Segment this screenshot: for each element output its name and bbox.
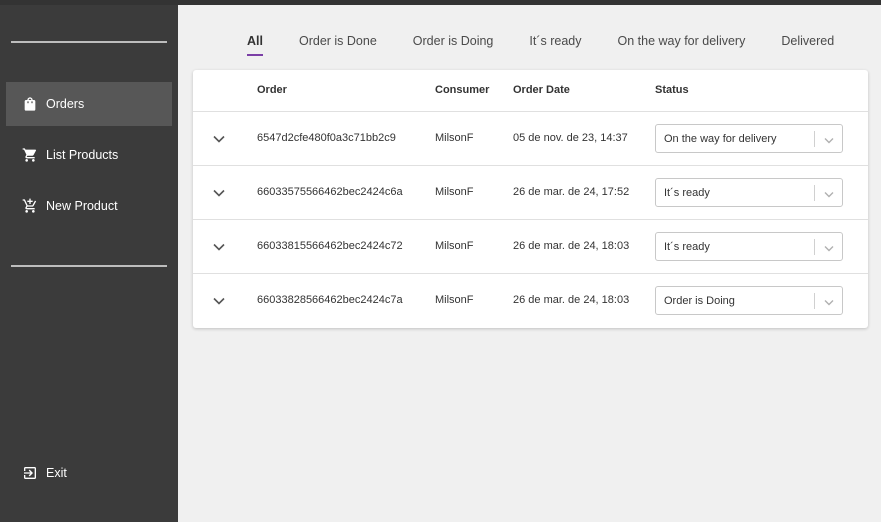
status-select[interactable]: It´s ready [655, 232, 843, 261]
consumer-name: MilsonF [435, 294, 474, 306]
consumer-name: MilsonF [435, 240, 474, 252]
status-select[interactable]: It´s ready [655, 178, 843, 207]
orders-table: Order Consumer Order Date Status 6547d2c… [193, 70, 868, 328]
table-row: 66033575566462bec2424c6a MilsonF 26 de m… [193, 166, 868, 220]
expand-row-button[interactable] [209, 183, 229, 203]
column-header-status: Status [655, 84, 689, 96]
status-select-value: Order is Doing [664, 294, 735, 307]
exit-button[interactable]: Exit [6, 451, 172, 495]
order-date: 26 de mar. de 24, 17:52 [513, 186, 630, 198]
expand-row-button[interactable] [209, 291, 229, 311]
exit-label: Exit [46, 466, 67, 480]
sidebar-item-label: List Products [46, 148, 119, 162]
chevron-down-icon [213, 189, 225, 197]
sidebar-item-label: Orders [46, 97, 85, 111]
add-cart-icon [22, 198, 38, 214]
order-id: 66033815566462bec2424c72 [257, 240, 403, 252]
sidebar-item-orders[interactable]: Orders [6, 82, 172, 126]
chevron-down-icon [824, 243, 834, 252]
sidebar-divider [11, 41, 167, 43]
select-separator [814, 185, 815, 201]
sidebar-item-label: New Product [46, 199, 118, 213]
chevron-down-icon [824, 297, 834, 306]
column-header-consumer: Consumer [435, 84, 490, 96]
logout-icon [22, 465, 38, 481]
status-select[interactable]: Order is Doing [655, 286, 843, 315]
tab-on-the-way[interactable]: On the way for delivery [600, 28, 764, 58]
tab-delivered[interactable]: Delivered [763, 28, 852, 58]
column-header-order-date: Order Date [513, 84, 570, 96]
chevron-down-icon [213, 297, 225, 305]
status-select-value: On the way for delivery [664, 132, 777, 145]
status-select-value: It´s ready [664, 240, 710, 253]
order-date: 26 de mar. de 24, 18:03 [513, 240, 630, 252]
status-tabs: All Order is Done Order is Doing It´s re… [229, 28, 852, 58]
tab-all[interactable]: All [229, 28, 281, 58]
tab-order-is-doing[interactable]: Order is Doing [395, 28, 512, 58]
select-separator [814, 131, 815, 147]
table-row: 6547d2cfe480f0a3c71bb2c9 MilsonF 05 de n… [193, 112, 868, 166]
status-select-value: It´s ready [664, 186, 710, 199]
select-separator [814, 239, 815, 255]
consumer-name: MilsonF [435, 132, 474, 144]
expand-row-button[interactable] [209, 129, 229, 149]
consumer-name: MilsonF [435, 186, 474, 198]
select-separator [814, 293, 815, 309]
chevron-down-icon [824, 135, 834, 144]
sidebar-divider [11, 265, 167, 267]
cart-icon [22, 147, 38, 163]
order-date: 26 de mar. de 24, 18:03 [513, 294, 630, 306]
table-row: 66033815566462bec2424c72 MilsonF 26 de m… [193, 220, 868, 274]
expand-row-button[interactable] [209, 237, 229, 257]
chevron-down-icon [824, 189, 834, 198]
chevron-down-icon [213, 243, 225, 251]
sidebar-item-list-products[interactable]: List Products [6, 133, 172, 177]
tab-order-is-done[interactable]: Order is Done [281, 28, 395, 58]
order-id: 6547d2cfe480f0a3c71bb2c9 [257, 132, 396, 144]
shopping-bag-icon [22, 96, 38, 112]
order-id: 66033575566462bec2424c6a [257, 186, 403, 198]
table-row: 66033828566462bec2424c7a MilsonF 26 de m… [193, 274, 868, 328]
tab-its-ready[interactable]: It´s ready [511, 28, 599, 58]
sidebar-item-new-product[interactable]: New Product [6, 184, 172, 228]
order-date: 05 de nov. de 23, 14:37 [513, 132, 628, 144]
column-header-order: Order [257, 84, 287, 96]
chevron-down-icon [213, 135, 225, 143]
sidebar: Orders List Products New Product Exit [0, 5, 178, 522]
order-id: 66033828566462bec2424c7a [257, 294, 403, 306]
status-select[interactable]: On the way for delivery [655, 124, 843, 153]
table-header: Order Consumer Order Date Status [193, 70, 868, 112]
